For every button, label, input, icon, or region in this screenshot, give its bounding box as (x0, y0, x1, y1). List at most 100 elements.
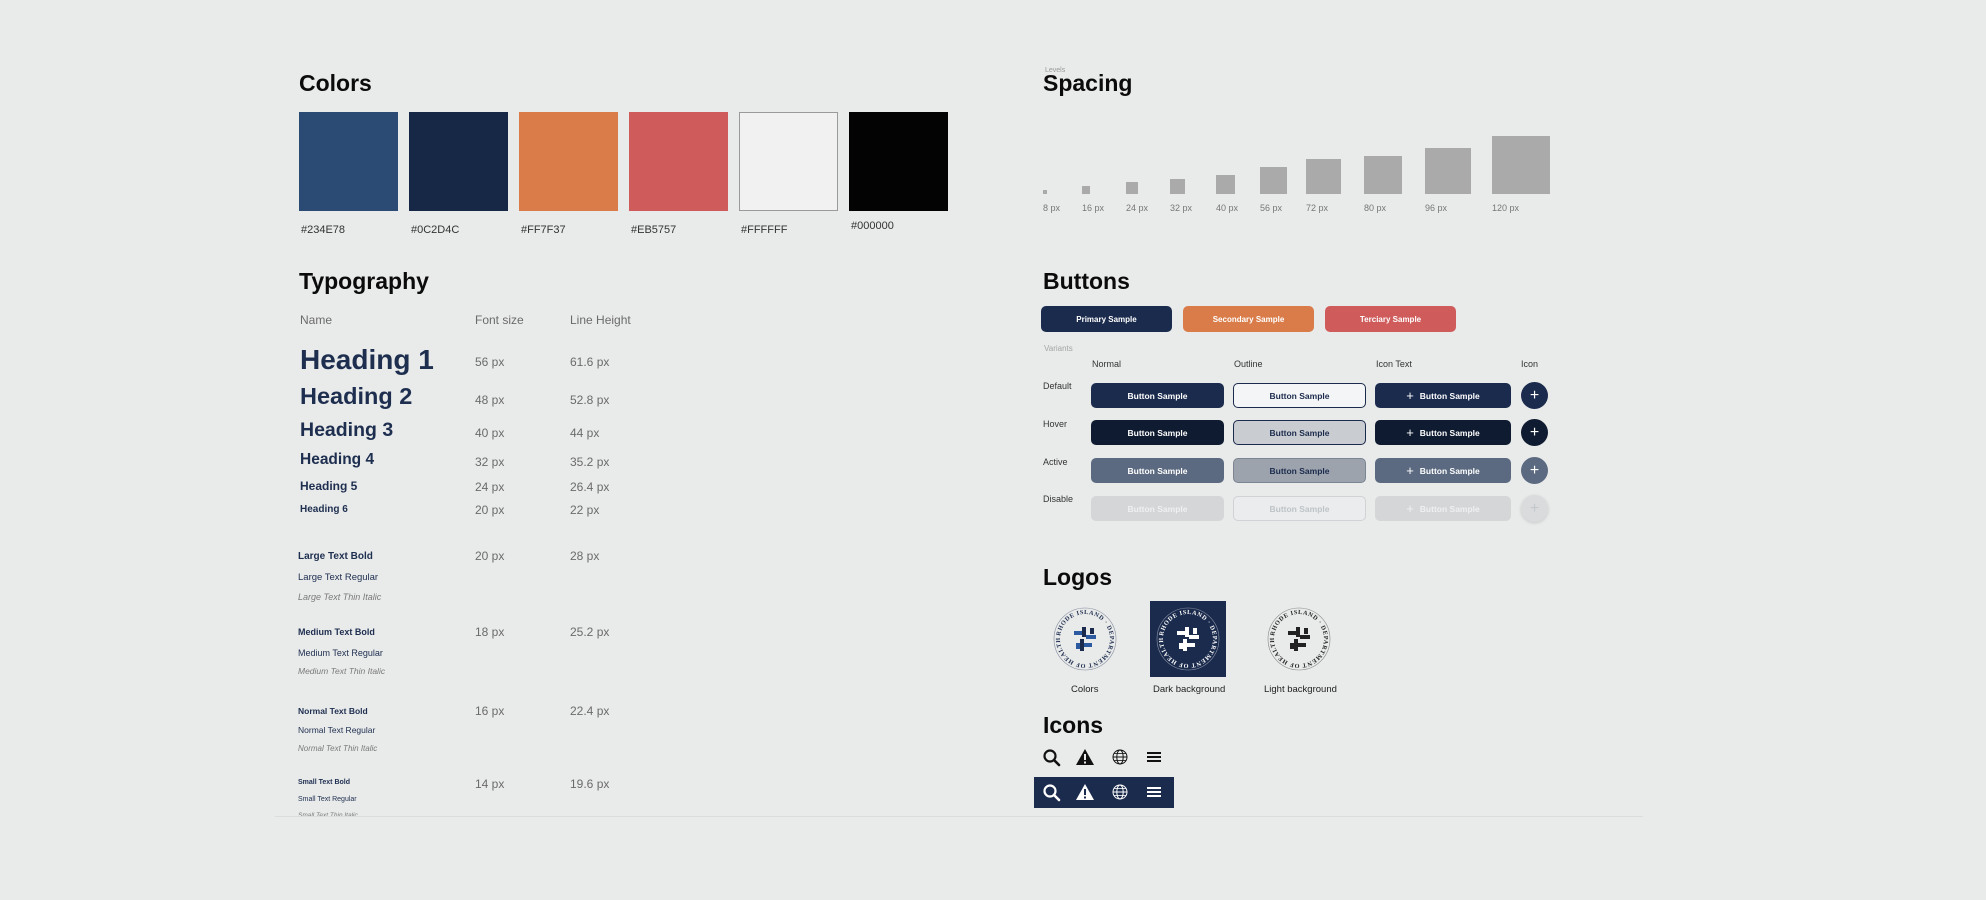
variant-button-outline[interactable]: Button Sample (1233, 458, 1366, 483)
spacing-level-label: 120 px (1492, 203, 1520, 213)
ri-department-of-health-logo: RHODE ISLAND · DEPARTMENT OF HEALTH · (1046, 596, 1117, 671)
typography-text-bold: Large Text Bold (298, 551, 373, 562)
variants-column-header: Normal (1092, 359, 1122, 369)
typography-line-height: 22.4 px (570, 704, 610, 718)
color-swatch-label: #EB5757 (631, 224, 677, 236)
spacing-level-box (1126, 182, 1138, 194)
variant-button-icon-text[interactable]: + Button Sample (1375, 458, 1511, 483)
variant-button-icon-text[interactable]: + Button Sample (1375, 383, 1511, 408)
variant-button-icon-text[interactable]: + Button Sample (1375, 420, 1511, 445)
typography-heading-sample: Heading 1 (300, 344, 434, 375)
logo-label: Dark background (1153, 684, 1226, 695)
typography-text-regular: Normal Text Regular (298, 725, 376, 735)
color-swatch-label: #234E78 (301, 224, 346, 236)
variants-column-header: Icon Text (1376, 359, 1412, 369)
variants-row-header: Disable (1043, 494, 1074, 504)
typography-text-bold: Normal Text Bold (298, 706, 368, 716)
variants-caption: Variants (1044, 344, 1073, 353)
search-icon (1038, 744, 1064, 770)
variants-column-header: Icon (1521, 359, 1539, 369)
logo-label: Colors (1071, 684, 1099, 695)
typography-line-height: 22 px (570, 503, 600, 517)
sample-button[interactable]: Terciary Sample (1325, 306, 1456, 332)
color-swatch-label: #FF7F37 (521, 224, 566, 236)
spacing-level-box (1082, 186, 1090, 194)
typography-header-line: Line Height (570, 313, 631, 327)
plus-icon: + (1406, 501, 1414, 516)
typography-font-size: 18 px (475, 625, 505, 639)
variant-icon-button-plus-icon: + (1521, 495, 1548, 522)
color-swatch-label: #0C2D4C (411, 224, 460, 236)
color-swatch (739, 112, 838, 211)
typography-header-size: Font size (475, 313, 524, 327)
variants-column-header: Outline (1234, 359, 1263, 369)
typography-heading-sample: Heading 6 (300, 504, 348, 515)
variant-icon-button-plus-icon[interactable]: + (1521, 382, 1548, 409)
ri-department-of-health-logo: RHODE ISLAND · DEPARTMENT OF HEALTH · (1149, 596, 1220, 671)
variant-button-outline[interactable]: Button Sample (1233, 420, 1366, 445)
color-swatch-label: #000000 (851, 220, 894, 232)
spacing-level-label: 96 px (1425, 203, 1448, 213)
typography-text-regular: Large Text Regular (298, 572, 379, 583)
typography-font-size: 20 px (475, 549, 505, 563)
typography-font-size: 56 px (475, 355, 505, 369)
variant-button-normal[interactable]: Button Sample (1091, 383, 1224, 408)
logo-label: Light background (1264, 684, 1337, 695)
typography-text-regular: Medium Text Regular (298, 648, 383, 658)
sample-button[interactable]: Secondary Sample (1183, 306, 1314, 332)
globe-icon (1107, 744, 1133, 770)
spacing-level-box (1364, 155, 1403, 194)
variant-button-icon-text: + Button Sample (1375, 496, 1511, 521)
svg-text:RHODE ISLAND · DEPARTMENT OF H: RHODE ISLAND · DEPARTMENT OF HEALTH · (1150, 601, 1218, 669)
typography-line-height: 28 px (570, 549, 600, 563)
typography-line-height: 44 px (570, 426, 600, 440)
variant-icon-button-plus-icon[interactable]: + (1521, 419, 1548, 446)
color-swatch (849, 112, 948, 211)
typography-header-name: Name (300, 313, 333, 327)
typography-heading-sample: Heading 4 (300, 451, 375, 468)
bottom-divider (275, 816, 1643, 817)
ri-department-of-health-logo: RHODE ISLAND · DEPARTMENT OF HEALTH · (1260, 596, 1331, 671)
spacing-level-box (1260, 167, 1287, 194)
typography-text-italic: Medium Text Thin Italic (298, 666, 386, 676)
logo-tile: RHODE ISLAND · DEPARTMENT OF HEALTH · (1260, 596, 1337, 677)
warning-icon (1072, 779, 1098, 805)
variant-button-normal[interactable]: Button Sample (1091, 458, 1224, 483)
spacing-level-label: 80 px (1364, 203, 1387, 213)
typography-text-bold: Small Text Bold (298, 779, 350, 786)
color-swatch (299, 112, 398, 211)
spacing-level-label: 32 px (1170, 203, 1193, 213)
typography-line-height: 52.8 px (570, 393, 610, 407)
typography-font-size: 16 px (475, 704, 505, 718)
spacing-level-label: 72 px (1306, 203, 1329, 213)
typography-heading-sample: Heading 2 (300, 383, 413, 409)
typography-font-size: 48 px (475, 393, 505, 407)
typography-font-size: 14 px (475, 777, 505, 791)
sample-button[interactable]: Primary Sample (1041, 306, 1172, 332)
typography-font-size: 32 px (475, 455, 505, 469)
spacing-level-box (1492, 136, 1550, 194)
typography-line-height: 35.2 px (570, 455, 610, 469)
buttons-title: Buttons (1043, 268, 1130, 294)
typography-heading-sample: Heading 3 (300, 419, 394, 441)
typography-title: Typography (299, 268, 429, 294)
typography-line-height: 19.6 px (570, 777, 610, 791)
variant-button-normal[interactable]: Button Sample (1091, 420, 1224, 445)
typography-font-size: 20 px (475, 503, 505, 517)
variant-button-normal: Button Sample (1091, 496, 1224, 521)
icon-text-button-label: Button Sample (1419, 427, 1480, 438)
spacing-level-label: 40 px (1216, 203, 1239, 213)
color-swatch (519, 112, 618, 211)
plus-icon: + (1406, 388, 1414, 403)
variant-button-outline[interactable]: Button Sample (1233, 383, 1366, 408)
variant-button-outline: Button Sample (1233, 496, 1366, 521)
plus-icon: + (1406, 425, 1414, 440)
typography-text-bold: Medium Text Bold (298, 627, 375, 637)
variant-icon-button-plus-icon[interactable]: + (1521, 457, 1548, 484)
variants-row-header: Default (1043, 381, 1072, 391)
typography-font-size: 24 px (475, 480, 505, 494)
spacing-level-label: 8 px (1043, 203, 1061, 213)
spacing-level-label: 24 px (1126, 203, 1149, 213)
spacing-level-box (1216, 174, 1236, 194)
colors-title: Colors (299, 70, 372, 96)
